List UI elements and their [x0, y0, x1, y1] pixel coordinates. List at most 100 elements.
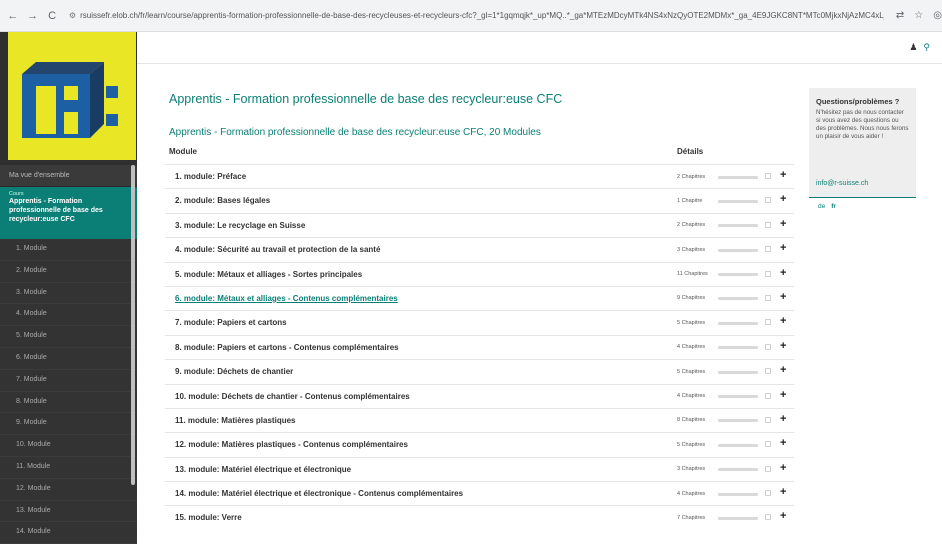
- module-row[interactable]: 11. module: Matières plastiques 8 Chapitr…: [165, 407, 794, 432]
- expand-plus-icon[interactable]: +: [780, 413, 786, 425]
- module-name[interactable]: 12. module: Matières plastiques - Conten…: [175, 440, 408, 449]
- expand-plus-icon[interactable]: +: [780, 486, 786, 498]
- expand-plus-icon[interactable]: +: [780, 437, 786, 449]
- module-name[interactable]: 15. module: Verre: [175, 513, 242, 522]
- help-text: N'hésitez pas de nous contacter si vous …: [816, 109, 909, 140]
- chapter-count: 5 Chapitres: [677, 441, 706, 448]
- translate-icon[interactable]: ⇄: [896, 10, 904, 21]
- progress-bar: [718, 395, 758, 399]
- sidebar-item-module[interactable]: 12. Module: [0, 478, 137, 501]
- star-icon[interactable]: ☆: [914, 10, 923, 21]
- module-row[interactable]: 8. module: Papiers et cartons - Contenus…: [165, 334, 794, 359]
- module-name[interactable]: 9. module: Déchets de chantier: [175, 367, 293, 376]
- chapter-count: 2 Chapitres: [677, 222, 706, 229]
- sidebar-item-module[interactable]: 5. Module: [0, 326, 137, 348]
- site-info-icon[interactable]: ⚙: [69, 11, 76, 20]
- expand-plus-icon[interactable]: +: [780, 218, 786, 230]
- progress-bar: [718, 175, 758, 179]
- module-name[interactable]: 1. module: Préface: [175, 172, 246, 181]
- module-row[interactable]: 4. module: Sécurité au travail et protec…: [165, 237, 794, 261]
- sidebar-item-module[interactable]: 13. Module: [0, 500, 137, 523]
- expand-plus-icon[interactable]: +: [780, 193, 786, 205]
- chapter-count: 4 Chapitres: [677, 344, 706, 351]
- module-row[interactable]: 9. module: Déchets de chantier 5 Chapitre…: [165, 359, 794, 383]
- chapter-count: 5 Chapitres: [677, 368, 706, 375]
- search-icon[interactable]: ⚲: [923, 42, 930, 53]
- help-email-link[interactable]: info@r-suisse.ch: [816, 180, 868, 187]
- module-row[interactable]: 10. module: Déchets de chantier - Conten…: [165, 383, 794, 408]
- lang-fr-link[interactable]: fr: [831, 203, 836, 210]
- module-row[interactable]: 2. module: Bases légales 1 Chapitre +: [165, 188, 794, 212]
- module-name[interactable]: 4. module: Sécurité au travail et protec…: [175, 245, 380, 254]
- module-name[interactable]: 2. module: Bases légales: [175, 196, 270, 205]
- progress-bar: [718, 443, 758, 447]
- sidebar-scrollbar[interactable]: [131, 165, 135, 485]
- module-row[interactable]: 15. module: Verre 7 Chapitres +: [165, 505, 794, 529]
- profile-icon[interactable]: ◎: [933, 10, 942, 21]
- completion-checkbox: [765, 490, 771, 497]
- module-row[interactable]: 6. module: Métaux et alliages - Contenus…: [165, 285, 794, 310]
- sidebar-item-module[interactable]: 8. Module: [0, 391, 137, 414]
- module-name[interactable]: 3. module: Le recyclage en Suisse: [175, 221, 305, 230]
- expand-plus-icon[interactable]: +: [780, 242, 786, 254]
- module-name[interactable]: 5. module: Métaux et alliages - Sortes p…: [175, 270, 362, 279]
- module-row[interactable]: 7. module: Papiers et cartons 5 Chapitres…: [165, 310, 794, 334]
- completion-checkbox: [765, 246, 771, 253]
- expand-plus-icon[interactable]: +: [780, 389, 786, 401]
- lang-de-link[interactable]: de: [818, 203, 825, 210]
- user-icon[interactable]: ♟: [909, 42, 917, 53]
- module-name[interactable]: 6. module: Métaux et alliages - Contenus…: [175, 294, 398, 303]
- module-name[interactable]: 13. module: Matériel électrique et élect…: [175, 465, 351, 474]
- module-name[interactable]: 8. module: Papiers et cartons - Contenus…: [175, 343, 399, 352]
- sidebar-item-module[interactable]: 1. Module: [0, 239, 137, 261]
- module-row[interactable]: 14. module: Matériel électrique et élect…: [165, 481, 794, 505]
- module-name[interactable]: 11. module: Matières plastiques: [175, 416, 295, 425]
- sidebar-item-module[interactable]: 9. Module: [0, 413, 137, 436]
- module-name[interactable]: 14. module: Matériel électrique et élect…: [175, 489, 463, 498]
- sidebar-item-module[interactable]: 10. Module: [0, 435, 137, 457]
- completion-checkbox: [765, 197, 771, 204]
- chapter-count: 8 Chapitres: [677, 417, 706, 424]
- expand-plus-icon[interactable]: +: [780, 315, 786, 327]
- module-row[interactable]: 1. module: Préface 2 Chapitres +: [165, 164, 794, 188]
- module-name[interactable]: 7. module: Papiers et cartons: [175, 318, 287, 327]
- completion-checkbox: [765, 441, 771, 448]
- back-button[interactable]: ←: [6, 10, 20, 22]
- expand-plus-icon[interactable]: +: [780, 291, 786, 303]
- page-title: Apprentis - Formation professionnelle de…: [169, 92, 563, 106]
- sidebar-item-module[interactable]: 6. Module: [0, 347, 137, 370]
- language-switcher: de fr: [818, 203, 836, 210]
- sidebar-item-module[interactable]: 11. Module: [0, 456, 137, 479]
- chapter-count: 3 Chapitres: [677, 246, 706, 253]
- reload-button[interactable]: C: [45, 10, 59, 22]
- forward-button[interactable]: →: [26, 10, 40, 22]
- chapter-count: 5 Chapitres: [677, 319, 706, 326]
- progress-bar: [718, 224, 758, 228]
- sidebar-item-module[interactable]: 3. Module: [0, 282, 137, 305]
- module-row[interactable]: 12. module: Matières plastiques - Conten…: [165, 432, 794, 456]
- sidebar-item-module[interactable]: 2. Module: [0, 260, 137, 283]
- expand-plus-icon[interactable]: +: [780, 364, 786, 376]
- side-menu: Ma vue d'ensemble Cours Apprentis - Form…: [0, 165, 137, 544]
- completion-checkbox: [765, 368, 771, 375]
- expand-plus-icon[interactable]: +: [780, 169, 786, 181]
- sidebar-item-overview[interactable]: Ma vue d'ensemble: [0, 165, 137, 187]
- sidebar-item-module[interactable]: 4. Module: [0, 304, 137, 327]
- module-name[interactable]: 10. module: Déchets de chantier - Conten…: [175, 392, 410, 401]
- module-row[interactable]: 3. module: Le recyclage en Suisse 2 Chapi…: [165, 212, 794, 237]
- expand-plus-icon[interactable]: +: [780, 462, 786, 474]
- expand-plus-icon[interactable]: +: [780, 340, 786, 352]
- expand-plus-icon[interactable]: +: [780, 267, 786, 279]
- chapter-count: 7 Chapitres: [677, 514, 706, 521]
- module-row[interactable]: 5. module: Métaux et alliages - Sortes p…: [165, 261, 794, 286]
- expand-plus-icon[interactable]: +: [780, 510, 786, 522]
- completion-checkbox: [765, 392, 771, 399]
- sidebar-item-module[interactable]: 7. Module: [0, 369, 137, 392]
- chapter-count: 11 Chapitres: [677, 271, 708, 278]
- module-row[interactable]: 13. module: Matériel électrique et élect…: [165, 456, 794, 481]
- address-bar[interactable]: ⚙ rsuissefr.elob.ch/fr/learn/course/appr…: [68, 4, 884, 27]
- logo[interactable]: [8, 32, 136, 160]
- progress-bar: [718, 492, 758, 496]
- sidebar-item-module[interactable]: 14. Module: [0, 522, 137, 544]
- sidebar-item-course[interactable]: Cours Apprentis - Formation professionne…: [0, 187, 137, 239]
